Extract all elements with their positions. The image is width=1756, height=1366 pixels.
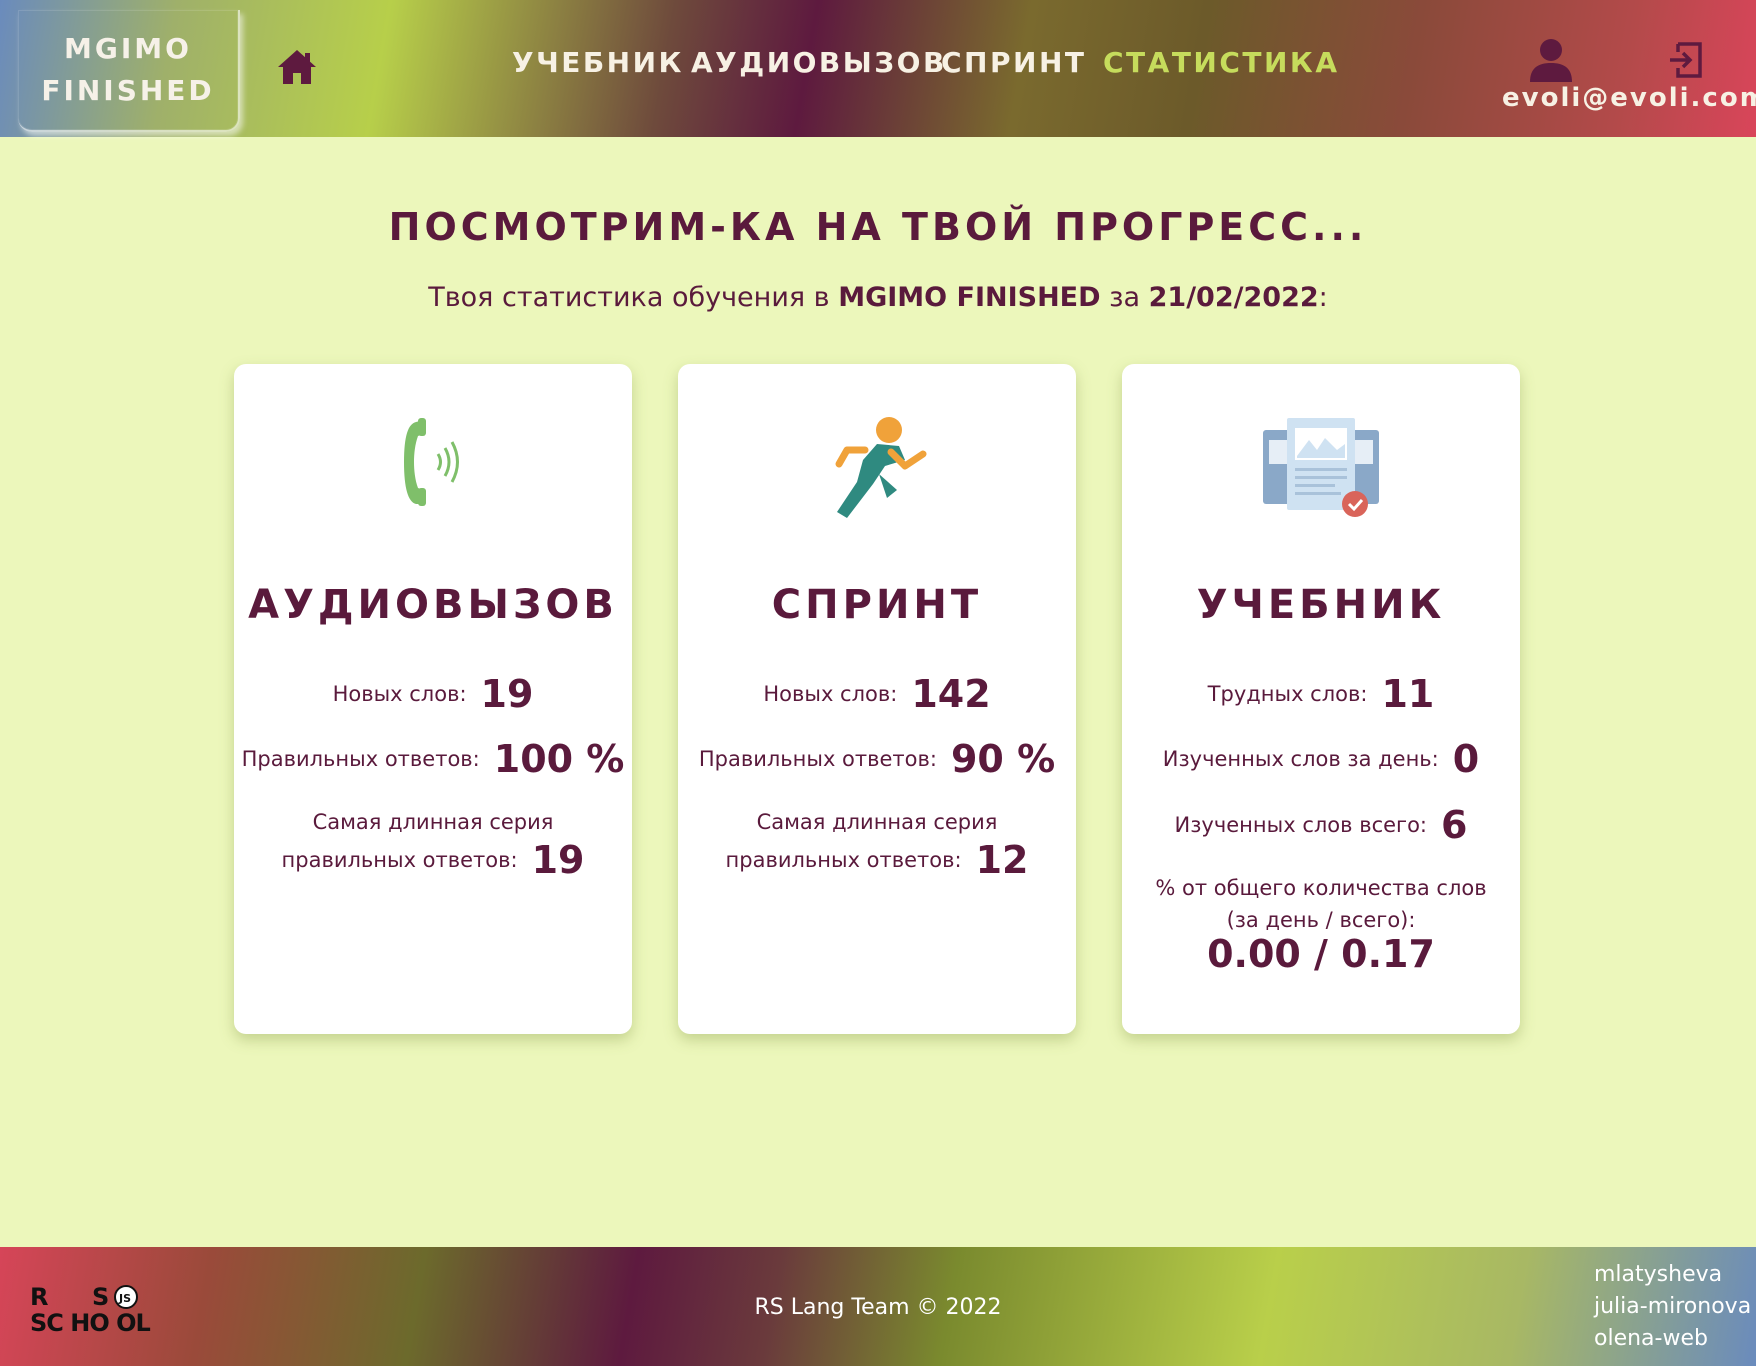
subtitle-app-name: MGIMO FINISHED (838, 282, 1101, 313)
nav-textbook[interactable]: УЧЕБНИК (512, 46, 684, 79)
subtitle-date: 21/02/2022 (1148, 282, 1319, 313)
header: MGIMO FINISHED УЧЕБНИК АУДИОВЫЗОВ СПРИНТ… (0, 0, 1756, 137)
stat-percent: % от общего количества слов (за день / в… (1122, 876, 1520, 976)
stat-new-words: Новых слов: 19 (234, 672, 632, 716)
stat-value: 90 % (950, 737, 1056, 781)
stat-learned-day: Изученных слов за день: 0 (1122, 737, 1520, 781)
stat-streak-value-row: правильных ответов: 12 (678, 838, 1076, 882)
textbook-title: УЧЕБНИК (1196, 582, 1446, 628)
copyright: RS Lang Team © 2022 (754, 1295, 1002, 1320)
documents-icon (1263, 418, 1379, 517)
stat-label: Трудных слов: (1207, 682, 1368, 706)
author-link[interactable]: julia-mironova (1594, 1291, 1751, 1323)
sprint-title: СПРИНТ (771, 582, 983, 628)
stat-value: 11 (1381, 672, 1435, 716)
nav-sprint[interactable]: СПРИНТ (941, 46, 1086, 79)
stat-value: 6 (1441, 803, 1468, 847)
stat-label: % от общего количества слов (1155, 876, 1487, 900)
authors-list: mlatysheva julia-mironova olena-web (1594, 1259, 1751, 1355)
footer: R S JS SC HO OL RS Lang Team © 2022 mlat… (0, 1247, 1756, 1366)
runner-icon (835, 417, 927, 518)
stat-label: Правильных ответов: (698, 747, 937, 771)
audiocall-title: АУДИОВЫЗОВ (248, 582, 618, 628)
author-link[interactable]: mlatysheva (1594, 1259, 1751, 1291)
stat-hard-words: Трудных слов: 11 (1122, 672, 1520, 716)
stat-label: Изученных слов за день: (1162, 747, 1439, 771)
textbook-card: УЧЕБНИК Трудных слов: 11 Изученных слов з… (1122, 364, 1520, 1034)
subtitle-prefix: Твоя статистика обучения в (428, 282, 830, 313)
author-link[interactable]: olena-web (1594, 1323, 1751, 1355)
stat-learned-total: Изученных слов всего: 6 (1122, 803, 1520, 847)
stat-label: Новых слов: (763, 682, 898, 706)
audiocall-card: АУДИОВЫЗОВ Новых слов: 19 Правильных отве… (234, 364, 632, 1034)
stat-label: Новых слов: (332, 682, 467, 706)
subtitle-suffix: : (1318, 282, 1328, 313)
stat-value: 12 (975, 838, 1029, 882)
stat-value: 19 (531, 838, 585, 882)
stat-value: 142 (911, 672, 991, 716)
stat-streak: Самая длинная серия (678, 810, 1076, 834)
stat-streak-value-row: правильных ответов: 19 (234, 838, 632, 882)
subtitle-mid: за (1109, 282, 1141, 313)
nav-statistics[interactable]: СТАТИСТИКА (1103, 46, 1340, 79)
stat-label: Правильных ответов: (241, 747, 480, 771)
user-email: evoli@evoli.com (1502, 83, 1756, 113)
stat-label: Изученных слов всего: (1174, 813, 1427, 837)
nav-audiocall[interactable]: АУДИОВЫЗОВ (691, 46, 947, 79)
logout-icon[interactable] (1668, 40, 1704, 80)
stat-label: правильных ответов: (281, 848, 518, 872)
stat-label: Самая длинная серия (756, 810, 998, 834)
stat-streak: Самая длинная серия (234, 810, 632, 834)
stat-correct-answers: Правильных ответов: 100 % (234, 737, 632, 781)
stat-value: 0.00 / 0.17 (1207, 932, 1435, 976)
stat-value: 19 (480, 672, 534, 716)
main-nav: УЧЕБНИК АУДИОВЫЗОВ СПРИНТ СТАТИСТИКА (0, 46, 1756, 86)
phone-icon (404, 418, 459, 506)
page-title: ПОСМОТРИМ-КА НА ТВОЙ ПРОГРЕСС... (388, 205, 1368, 249)
stat-correct-answers: Правильных ответов: 90 % (678, 737, 1076, 781)
stat-label: (за день / всего): (1226, 908, 1416, 932)
stat-value: 100 % (493, 737, 625, 781)
page-subtitle: Твоя статистика обучения в MGIMO FINISHE… (0, 282, 1756, 313)
stat-label: правильных ответов: (725, 848, 962, 872)
stat-value: 0 (1452, 737, 1480, 781)
user-icon[interactable] (1528, 38, 1574, 82)
stat-label: Самая длинная серия (312, 810, 554, 834)
stat-new-words: Новых слов: 142 (678, 672, 1076, 716)
sprint-card: СПРИНТ Новых слов: 142 Правильных ответов… (678, 364, 1076, 1034)
